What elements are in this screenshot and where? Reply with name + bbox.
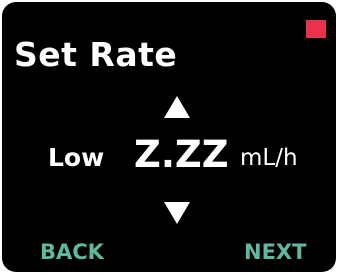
rate-limit-label: Low [48,143,105,172]
page-title: Set Rate [14,35,178,74]
rate-value[interactable]: Z.ZZ [134,136,229,173]
status-indicator-icon [306,20,326,38]
rate-unit: mL/h [240,145,298,171]
back-button[interactable]: BACK [40,242,104,263]
decrease-rate-arrow-icon[interactable] [164,202,190,224]
device-screen: Set Rate Low Z.ZZ mL/h BACK NEXT [2,2,336,272]
next-button[interactable]: NEXT [244,242,306,263]
increase-rate-arrow-icon[interactable] [164,96,190,118]
